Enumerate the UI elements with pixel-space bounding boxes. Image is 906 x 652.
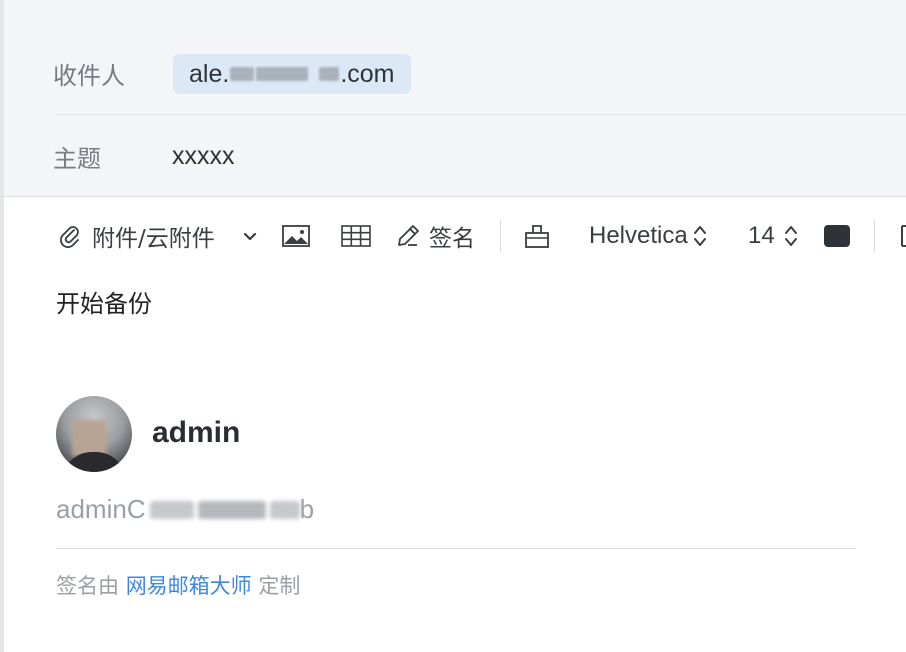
avatar — [56, 396, 132, 472]
more-toolbar-icon[interactable] — [898, 222, 906, 250]
redacted-text — [269, 500, 300, 519]
color-swatch-icon — [824, 225, 850, 247]
recipient-chip[interactable]: ale. .com — [173, 54, 411, 94]
image-icon — [281, 223, 311, 249]
redacted-text — [319, 67, 340, 81]
toolbar-divider — [500, 220, 501, 252]
recipient-label: 收件人 — [53, 61, 125, 90]
signature-email-suffix: b — [299, 494, 315, 524]
attachment-dropdown[interactable] — [240, 220, 260, 252]
redacted-text — [197, 500, 266, 519]
toolbar-divider — [874, 220, 875, 252]
signature-label: 签名 — [429, 226, 475, 252]
chevron-down-icon — [240, 226, 260, 246]
redacted-text — [230, 67, 255, 81]
signature-name: admin — [152, 416, 241, 449]
signature-button[interactable]: 签名 — [395, 220, 475, 252]
recipient-email-prefix: ale. — [189, 59, 230, 88]
font-size-select[interactable]: 14 — [748, 220, 799, 252]
signature-divider — [56, 548, 856, 549]
insert-image-button[interactable] — [281, 220, 311, 252]
footer-prefix: 签名由 — [56, 574, 119, 598]
font-family-value: Helvetica — [589, 222, 688, 249]
attachment-button[interactable]: 附件/云附件 — [58, 220, 215, 252]
signature-email: adminC b — [56, 494, 314, 525]
subject-row[interactable]: 主题 xxxxx — [4, 115, 906, 197]
header-divider — [0, 196, 906, 197]
font-family-select[interactable]: Helvetica — [589, 220, 708, 252]
pen-icon — [395, 223, 421, 249]
subject-input[interactable]: xxxxx — [172, 142, 235, 171]
mail-master-link[interactable]: 网易邮箱大师 — [126, 574, 252, 598]
chevron-updown-icon — [783, 223, 799, 249]
format-painter-button[interactable] — [522, 220, 552, 252]
redacted-text — [149, 500, 194, 519]
paperclip-icon — [58, 223, 82, 249]
table-icon — [340, 223, 372, 249]
message-body[interactable]: 开始备份 — [56, 284, 152, 319]
recipient-email-suffix: .com — [340, 59, 395, 88]
redacted-text — [256, 67, 309, 81]
attachment-label: 附件/云附件 — [92, 226, 215, 252]
subject-label: 主题 — [53, 144, 101, 173]
footer-suffix: 定制 — [258, 574, 301, 598]
format-painter-icon — [522, 221, 552, 251]
insert-table-button[interactable] — [340, 220, 372, 252]
chevron-updown-icon — [692, 223, 708, 249]
signature-email-prefix: adminC — [56, 494, 146, 524]
compose-header: 收件人 ale. .com 主题 xxxxx — [4, 0, 906, 197]
text-color-button[interactable] — [824, 223, 850, 249]
font-size-value: 14 — [748, 222, 775, 249]
recipient-row[interactable]: 收件人 ale. .com — [4, 32, 906, 114]
signature-footer: 签名由 网易邮箱大师 定制 — [56, 570, 300, 600]
